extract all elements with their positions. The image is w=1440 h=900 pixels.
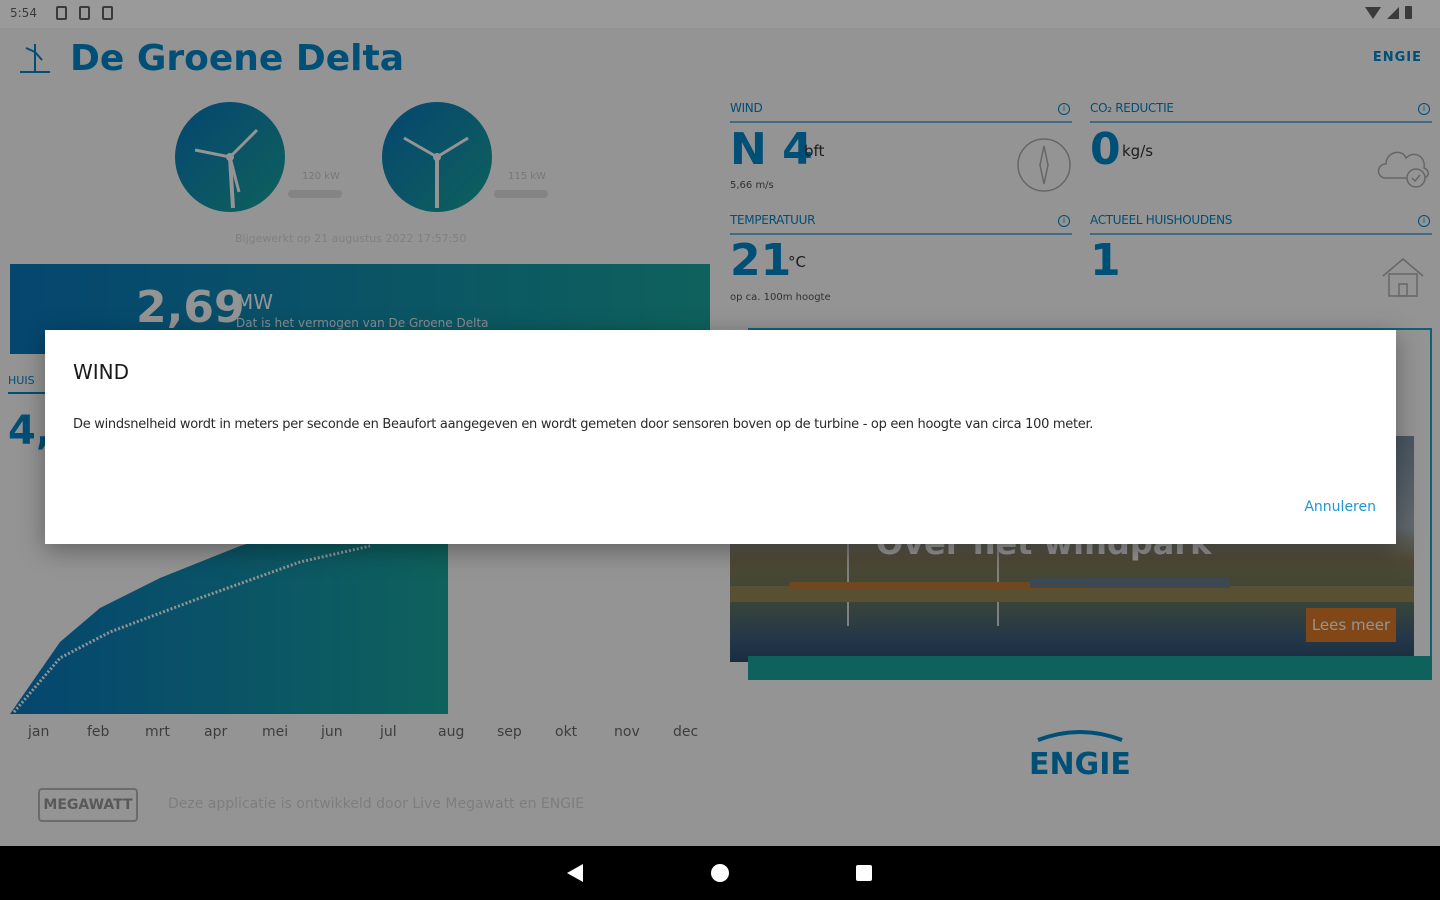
battery-icon	[1405, 6, 1412, 19]
home-icon[interactable]	[711, 864, 729, 882]
status-time: 5:54	[10, 6, 37, 20]
notification-icons	[56, 6, 113, 20]
dialog-title: WIND	[73, 360, 130, 384]
wind-info-dialog: WIND De windsnelheid wordt in meters per…	[45, 330, 1396, 544]
navigation-bar	[0, 846, 1440, 900]
back-icon[interactable]	[567, 864, 583, 882]
notification-icon	[56, 6, 67, 20]
recents-icon[interactable]	[856, 865, 872, 881]
system-icons	[1365, 6, 1412, 19]
dialog-body: De windsnelheid wordt in meters per seco…	[73, 417, 1094, 432]
signal-icon	[1387, 6, 1399, 19]
cancel-button[interactable]: Annuleren	[1304, 499, 1376, 515]
status-bar: 5:54	[0, 0, 1440, 28]
notification-icon	[79, 6, 90, 20]
wifi-icon	[1365, 6, 1381, 19]
notification-icon	[102, 6, 113, 20]
